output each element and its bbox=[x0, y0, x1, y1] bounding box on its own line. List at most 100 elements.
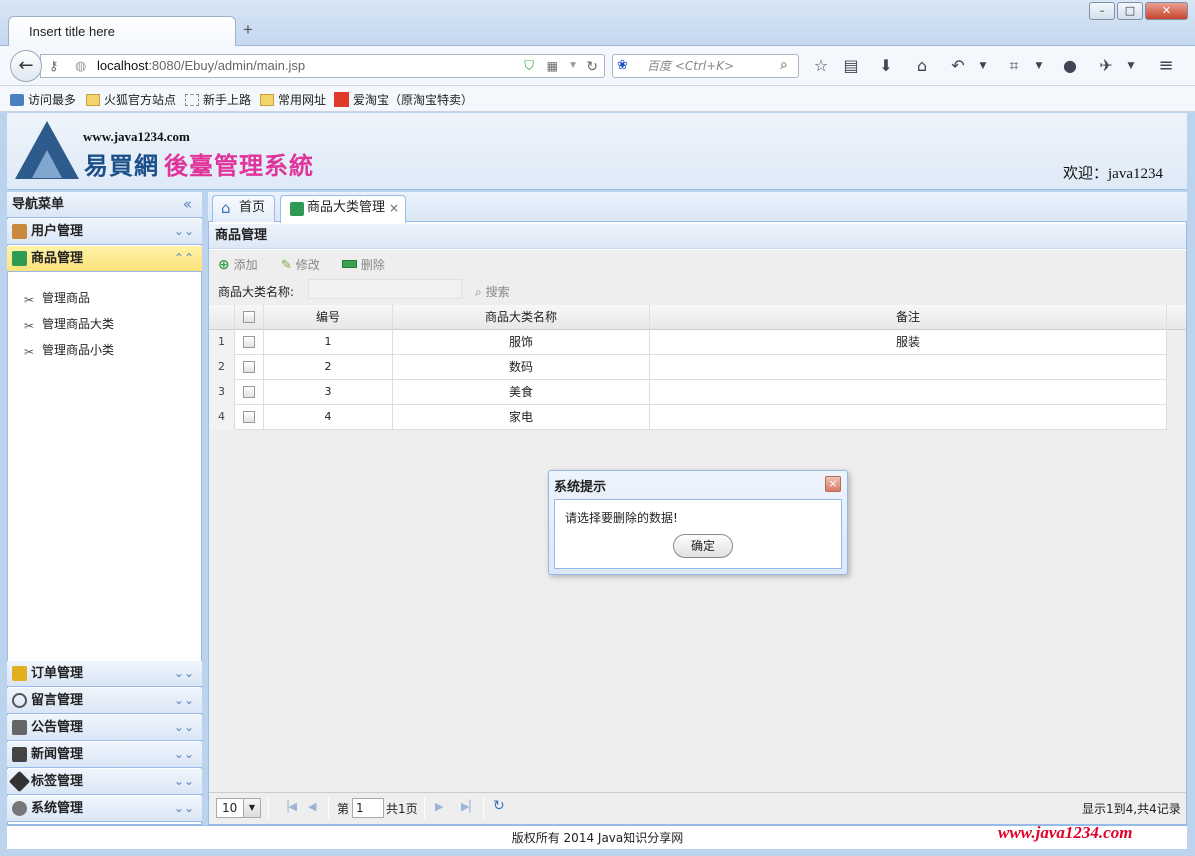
header-name[interactable]: 商品大类名称 bbox=[393, 305, 650, 330]
search-input[interactable]: 百度 <Ctrl+K> bbox=[612, 54, 799, 78]
plus-icon: ⊕ bbox=[218, 257, 230, 273]
refresh-icon[interactable]: ↻ bbox=[493, 798, 505, 814]
newspaper-icon bbox=[12, 747, 27, 762]
maximize-button[interactable]: □ bbox=[1117, 2, 1143, 20]
divider bbox=[424, 797, 425, 819]
nav-section-tags[interactable]: 标签管理 ⌄⌄ bbox=[7, 769, 202, 795]
next-page-icon[interactable]: ▶ bbox=[435, 800, 443, 813]
header-id[interactable]: 编号 bbox=[264, 305, 393, 330]
reading-list-icon[interactable]: ▤ bbox=[840, 55, 862, 77]
addon-icon[interactable]: ✈ bbox=[1095, 55, 1117, 77]
chevron-down-icon: ⌄⌄ bbox=[173, 224, 194, 238]
page-icon bbox=[185, 94, 199, 106]
table-row[interactable]: 3 3 美食 bbox=[209, 380, 1167, 405]
dialog-title: 系统提示 bbox=[554, 480, 607, 495]
select-all-checkbox[interactable] bbox=[243, 311, 255, 323]
add-button[interactable]: ⊕ 添加 bbox=[218, 256, 258, 273]
nav-item-manage-products[interactable]: ✂ 管理商品 bbox=[24, 289, 90, 307]
dialog-message: 请选择要删除的数据! bbox=[565, 511, 678, 525]
tab-home[interactable]: ⌂ 首页 bbox=[212, 195, 275, 222]
new-tab-button[interactable]: + bbox=[243, 20, 253, 40]
collapse-left-icon[interactable]: « bbox=[183, 192, 192, 217]
bookmark-common-sites[interactable]: 常用网址 bbox=[260, 91, 326, 108]
panel-title: 商品管理 bbox=[209, 224, 1186, 249]
url-bar[interactable]: ⚷ ◍ localhost:8080/Ebuy/admin/main.jsp ⛉… bbox=[40, 54, 605, 78]
table-row[interactable]: 2 2 数码 bbox=[209, 355, 1167, 380]
minus-icon bbox=[342, 260, 357, 268]
bookmark-getting-started[interactable]: 新手上路 bbox=[185, 91, 251, 108]
list-icon bbox=[12, 251, 27, 266]
row-checkbox[interactable] bbox=[243, 411, 255, 423]
close-icon[interactable]: × bbox=[389, 196, 399, 220]
home-icon: ⌂ bbox=[221, 199, 231, 217]
menu-icon[interactable]: ≡ bbox=[1155, 55, 1177, 77]
nav-section-users[interactable]: 用户管理 ⌄⌄ bbox=[7, 219, 202, 245]
url-host: localhost bbox=[97, 58, 149, 73]
nav-section-notices[interactable]: 公告管理 ⌄⌄ bbox=[7, 715, 202, 741]
category-name-input[interactable] bbox=[308, 279, 462, 299]
tools-icon: ✂ bbox=[24, 319, 35, 333]
tab-category-management[interactable]: 商品大类管理 × bbox=[280, 195, 406, 223]
chevron-down-icon: ⌄⌄ bbox=[173, 801, 194, 815]
dropdown-icon[interactable]: ▼ bbox=[568, 55, 578, 77]
nav-section-system[interactable]: 系统管理 ⌄⌄ bbox=[7, 796, 202, 822]
dialog-close-icon[interactable]: × bbox=[825, 476, 841, 492]
nav-section-orders[interactable]: 订单管理 ⌄⌄ bbox=[7, 661, 202, 687]
divider bbox=[328, 797, 329, 819]
prev-page-icon[interactable]: ◀ bbox=[308, 800, 316, 813]
minimize-button[interactable]: – bbox=[1089, 2, 1115, 20]
row-checkbox[interactable] bbox=[243, 386, 255, 398]
table-row[interactable]: 4 4 家电 bbox=[209, 405, 1167, 430]
table-row[interactable]: 1 1 服饰 服装 bbox=[209, 330, 1167, 355]
app-title-part1: 易買網 bbox=[84, 152, 159, 180]
tools-icon: ✂ bbox=[24, 293, 35, 307]
bookmark-firefox[interactable]: 火狐官方站点 bbox=[86, 91, 176, 108]
filter-label: 商品大类名称: bbox=[218, 285, 295, 299]
bookmark-aitaobao[interactable]: 爱淘宝（原淘宝特卖） bbox=[334, 91, 473, 108]
chevron-down-icon[interactable]: ▼ bbox=[972, 55, 994, 77]
search-icon[interactable]: ⌕ bbox=[780, 57, 788, 73]
chevron-down-icon[interactable]: ▼ bbox=[243, 799, 260, 817]
nav-section-news[interactable]: 新闻管理 ⌄⌄ bbox=[7, 742, 202, 768]
ok-button[interactable]: 确定 bbox=[673, 534, 733, 558]
home-icon[interactable]: ⌂ bbox=[911, 55, 933, 77]
bookmarks-bar bbox=[0, 86, 1195, 112]
row-checkbox[interactable] bbox=[243, 336, 255, 348]
nav-item-manage-subcategories[interactable]: ✂ 管理商品小类 bbox=[24, 341, 114, 359]
baidu-icon[interactable]: ❀ bbox=[617, 58, 628, 73]
nav-section-products[interactable]: 商品管理 ⌃⌃ bbox=[7, 246, 202, 272]
page-number-input[interactable]: 1 bbox=[352, 798, 384, 818]
download-icon[interactable]: ⬇ bbox=[875, 55, 897, 77]
first-page-icon[interactable]: ▕◀ bbox=[280, 800, 297, 813]
header-rownum bbox=[209, 305, 235, 330]
welcome-text: 欢迎：java1234 bbox=[1063, 166, 1163, 182]
edit-button[interactable]: ✎ 修改 bbox=[281, 256, 320, 273]
delete-button[interactable]: 删除 bbox=[342, 256, 385, 273]
logo-inner bbox=[32, 150, 62, 178]
header-remark[interactable]: 备注 bbox=[650, 305, 1167, 330]
bookmark-most-visited[interactable]: 访问最多 bbox=[10, 91, 76, 108]
reload-icon[interactable]: ↻ bbox=[586, 55, 598, 77]
nav-section-messages[interactable]: 留言管理 ⌄⌄ bbox=[7, 688, 202, 714]
undo-icon[interactable]: ↶ bbox=[947, 55, 969, 77]
url-path: :8080/Ebuy/admin/main.jsp bbox=[148, 58, 306, 73]
last-page-icon[interactable]: ▶▏ bbox=[461, 800, 478, 813]
crop-icon[interactable]: ⌗ bbox=[1003, 55, 1025, 77]
list-icon bbox=[290, 202, 304, 216]
bookmark-star-icon[interactable]: ☆ bbox=[810, 55, 832, 77]
row-checkbox[interactable] bbox=[243, 361, 255, 373]
divider bbox=[268, 797, 269, 819]
shield-icon[interactable]: ⛉ bbox=[524, 55, 534, 77]
search-button[interactable]: ⌕ 搜索 bbox=[475, 283, 510, 300]
folder-icon bbox=[260, 94, 274, 106]
back-button[interactable]: ← bbox=[10, 50, 42, 82]
nav-item-manage-categories[interactable]: ✂ 管理商品大类 bbox=[24, 315, 114, 333]
speech-bubble-icon bbox=[12, 693, 27, 708]
close-window-button[interactable]: ✕ bbox=[1145, 2, 1188, 20]
chat-icon[interactable]: ● bbox=[1059, 55, 1081, 77]
qr-code-icon[interactable]: ▦ bbox=[547, 55, 558, 77]
chevron-down-icon[interactable]: ▼ bbox=[1028, 55, 1050, 77]
pager-summary: 显示1到4,共4记录 bbox=[1082, 802, 1181, 816]
chevron-down-icon[interactable]: ▼ bbox=[1120, 55, 1142, 77]
browser-tab[interactable]: Insert title here bbox=[8, 16, 236, 48]
